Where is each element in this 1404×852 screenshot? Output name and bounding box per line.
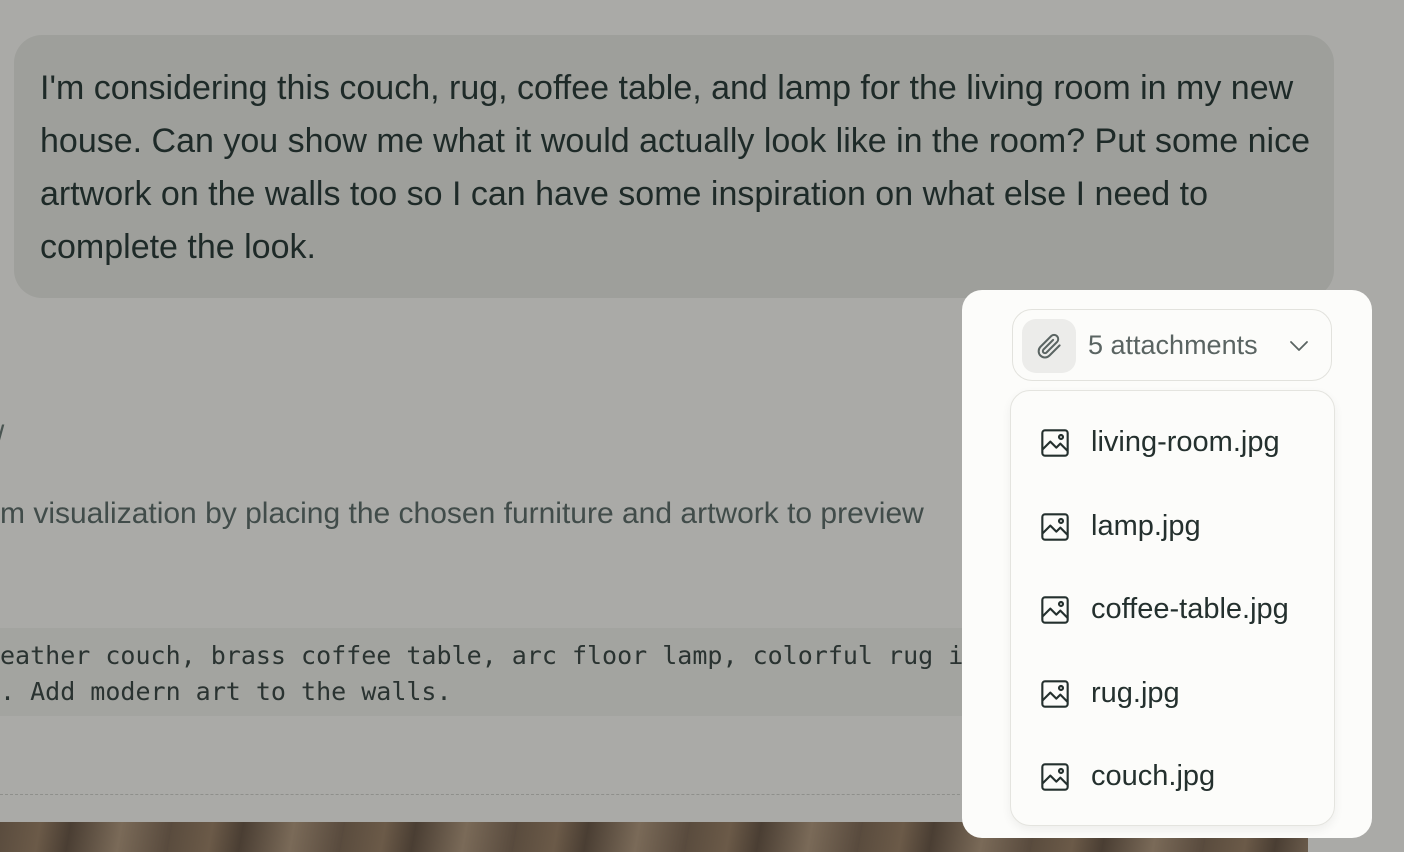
attachment-filename: couch.jpg (1091, 760, 1216, 792)
attachment-item-coffee-table[interactable]: coffee-table.jpg (1011, 579, 1334, 639)
image-icon (1041, 513, 1069, 541)
attachment-filename: living-room.jpg (1091, 426, 1280, 458)
divider (0, 794, 1010, 795)
truncated-heading-mark: / (0, 420, 4, 454)
attachments-toggle-button[interactable]: 5 attachments (1012, 309, 1332, 381)
attachment-filename: coffee-table.jpg (1091, 593, 1289, 625)
prompt-code-block: eather couch, brass coffee table, arc fl… (0, 628, 1010, 716)
attachment-item-couch[interactable]: couch.jpg (1011, 746, 1334, 806)
image-icon (1041, 763, 1069, 791)
image-icon (1041, 680, 1069, 708)
image-icon (1041, 596, 1069, 624)
image-icon (1041, 429, 1069, 457)
code-line: . Add modern art to the walls. (0, 677, 452, 706)
attachment-item-lamp[interactable]: lamp.jpg (1011, 496, 1334, 556)
code-line: eather couch, brass coffee table, arc fl… (0, 641, 964, 670)
attachments-count-label: 5 attachments (1088, 330, 1258, 360)
user-message-text: I'm considering this couch, rug, coffee … (40, 69, 1310, 266)
response-description: m visualization by placing the chosen fu… (0, 497, 924, 530)
attachments-file-list: living-room.jpg lamp.jpg coffee-table.jp… (1010, 390, 1335, 826)
attachment-item-living-room[interactable]: living-room.jpg (1011, 412, 1334, 472)
chevron-down-icon (1290, 341, 1308, 351)
attachment-filename: rug.jpg (1091, 677, 1180, 709)
paperclip-icon (1022, 319, 1076, 373)
attachment-item-rug[interactable]: rug.jpg (1011, 663, 1334, 723)
attachment-filename: lamp.jpg (1091, 510, 1201, 542)
